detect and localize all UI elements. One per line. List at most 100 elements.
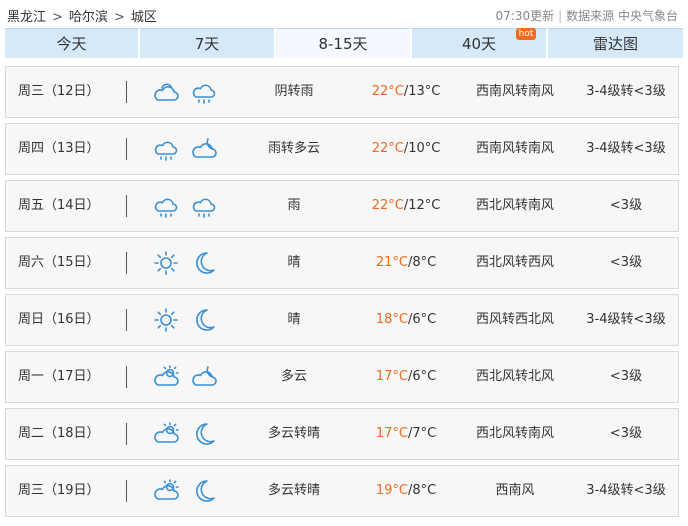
temperature: 17°C/7°C	[366, 409, 446, 459]
wind-direction: 西北风转南风	[475, 426, 554, 441]
high-temp: 17°C	[375, 426, 408, 441]
row-divider	[126, 138, 127, 160]
row-divider	[126, 366, 127, 388]
rain-cloud-icon	[190, 79, 218, 105]
row-divider	[126, 423, 127, 445]
wind-direction: 西南风转南风	[475, 141, 554, 156]
temperature: 17°C/6°C	[366, 352, 446, 402]
tab-label: 今天	[56, 35, 87, 53]
wind-level: 3-4级转<3级	[586, 141, 666, 156]
wind-direction: 西北风转南风	[475, 198, 554, 213]
wind-direction: 西北风转西风	[475, 255, 554, 270]
forecast-row: 周三（12日） 阴转雨 22°C/13°C 西南风转南风 3-4级转<3级	[5, 66, 679, 118]
weather-desc: 晴	[287, 312, 301, 327]
weather-desc: 晴	[287, 255, 301, 270]
row-divider	[126, 252, 127, 274]
breadcrumb: 黑龙江 > 哈尔滨 > 城区	[7, 6, 157, 25]
sun-cloud-icon	[152, 421, 180, 447]
high-temp: 22°C	[371, 198, 404, 213]
data-source: 数据来源 中央气象台	[566, 9, 678, 23]
temperature: 22°C/10°C	[366, 124, 446, 174]
low-temp: /10°C	[403, 141, 441, 156]
wind-direction: 西风转西北风	[475, 312, 554, 327]
low-temp: /6°C	[407, 312, 437, 327]
forecast-row: 周三（19日） 多云转晴 19°C/8°C 西南风 3-4级转<3级	[5, 465, 679, 517]
weather-desc: 阴转雨	[274, 84, 314, 99]
moon-cloud-icon	[190, 136, 218, 162]
forecast-row: 周一（17日） 多云 17°C/6°C 西北风转北风 <3级	[5, 351, 679, 403]
temperature: 19°C/8°C	[366, 466, 446, 516]
weather-desc: 雨转多云	[267, 141, 320, 156]
sun-cloud-icon	[152, 364, 180, 390]
low-temp: /7°C	[407, 426, 437, 441]
moon-cloud-icon	[190, 364, 218, 390]
tab-label: 40天	[461, 35, 497, 53]
sun-cloud-icon	[152, 478, 180, 504]
forecast-row: 周日（16日） 晴 18°C/6°C 西风转西北风 3-4级转<3级	[5, 294, 679, 346]
update-time: 07:30更新	[495, 9, 555, 23]
high-temp: 17°C	[375, 369, 408, 384]
temperature: 21°C/8°C	[366, 238, 446, 288]
high-temp: 22°C	[371, 141, 404, 156]
moon-icon	[190, 250, 218, 276]
hot-badge: hot	[516, 28, 536, 40]
wind-direction: 西南风转南风	[475, 84, 554, 99]
temperature: 18°C/6°C	[366, 295, 446, 345]
forecast-row: 周五（14日） 雨 22°C/12°C 西北风转南风 <3级	[5, 180, 679, 232]
tab-8-15day[interactable]: 8-15天	[276, 28, 410, 58]
wind-level: <3级	[609, 426, 643, 441]
weather-desc: 多云转晴	[267, 483, 320, 498]
sun-icon	[152, 250, 180, 276]
overcast-cloud-icon	[152, 79, 180, 105]
breadcrumb-district: 城区	[130, 10, 157, 25]
high-temp: 18°C	[375, 312, 408, 327]
sun-icon	[152, 307, 180, 333]
wind-level: 3-4级转<3级	[586, 312, 666, 327]
row-divider	[126, 480, 127, 502]
tab-label: 雷达图	[592, 35, 638, 53]
tab-radar[interactable]: 雷达图	[548, 28, 683, 58]
wind-level: <3级	[609, 369, 643, 384]
wind-level: 3-4级转<3级	[586, 84, 666, 99]
wind-level: <3级	[609, 255, 643, 270]
row-divider	[126, 81, 127, 103]
wind-direction: 西北风转北风	[475, 369, 554, 384]
row-divider	[126, 309, 127, 331]
temperature: 22°C/13°C	[366, 67, 446, 117]
forecast-row: 周六（15日） 晴 21°C/8°C 西北风转西风 <3级	[5, 237, 679, 289]
day-label: 周二（18日）	[18, 426, 100, 441]
day-label: 周三（12日）	[18, 84, 100, 99]
breadcrumb-separator: >	[52, 10, 63, 25]
high-temp: 19°C	[375, 483, 408, 498]
breadcrumb-province[interactable]: 黑龙江	[7, 6, 46, 25]
low-temp: /6°C	[407, 369, 437, 384]
breadcrumb-separator: >	[113, 10, 125, 25]
moon-icon	[190, 307, 218, 333]
day-label: 周四（13日）	[18, 141, 100, 156]
top-bar: 黑龙江 > 哈尔滨 > 城区 07:30更新 | 数据来源 中央气象台	[0, 0, 688, 28]
temperature: 22°C/12°C	[366, 181, 446, 231]
low-temp: /12°C	[403, 198, 441, 213]
low-temp: /8°C	[407, 255, 437, 270]
high-temp: 22°C	[371, 84, 404, 99]
moon-icon	[190, 478, 218, 504]
day-label: 周日（16日）	[18, 312, 100, 327]
wind-direction: 西南风	[495, 483, 535, 498]
tab-40day[interactable]: 40天 hot	[412, 28, 546, 58]
rain-cloud-icon	[152, 193, 180, 219]
row-divider	[126, 195, 127, 217]
forecast-row: 周四（13日） 雨转多云 22°C/10°C 西南风转南风 3-4级转<3级	[5, 123, 679, 175]
wind-level: <3级	[609, 198, 643, 213]
breadcrumb-city[interactable]: 哈尔滨	[69, 6, 108, 25]
day-label: 周六（15日）	[18, 255, 100, 270]
high-temp: 21°C	[375, 255, 408, 270]
tab-label: 7天	[194, 35, 220, 53]
rain-cloud-icon	[190, 193, 218, 219]
low-temp: /8°C	[407, 483, 437, 498]
tab-7day[interactable]: 7天	[140, 28, 274, 58]
weather-desc: 雨	[287, 198, 301, 213]
wind-level: 3-4级转<3级	[586, 483, 666, 498]
forecast-row: 周二（18日） 多云转晴 17°C/7°C 西北风转南风 <3级	[5, 408, 679, 460]
tab-today[interactable]: 今天	[5, 28, 138, 58]
low-temp: /13°C	[403, 84, 441, 99]
